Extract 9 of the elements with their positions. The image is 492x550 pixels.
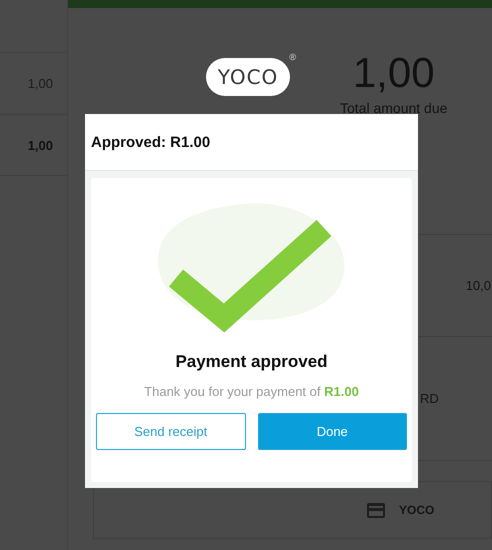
dialog-heading: Payment approved xyxy=(175,352,328,372)
send-receipt-button[interactable]: Send receipt xyxy=(96,413,246,450)
done-button[interactable]: Done xyxy=(258,413,407,450)
logo: YOCO xyxy=(206,58,290,96)
registered-mark: ® xyxy=(289,52,296,62)
row-amount: 1,00 xyxy=(28,138,53,152)
dialog-message: Thank you for your payment of R1.00 xyxy=(144,384,359,399)
total-amount: 1,00 xyxy=(352,50,435,96)
dialog-title: Approved: R1.00 xyxy=(91,134,210,150)
